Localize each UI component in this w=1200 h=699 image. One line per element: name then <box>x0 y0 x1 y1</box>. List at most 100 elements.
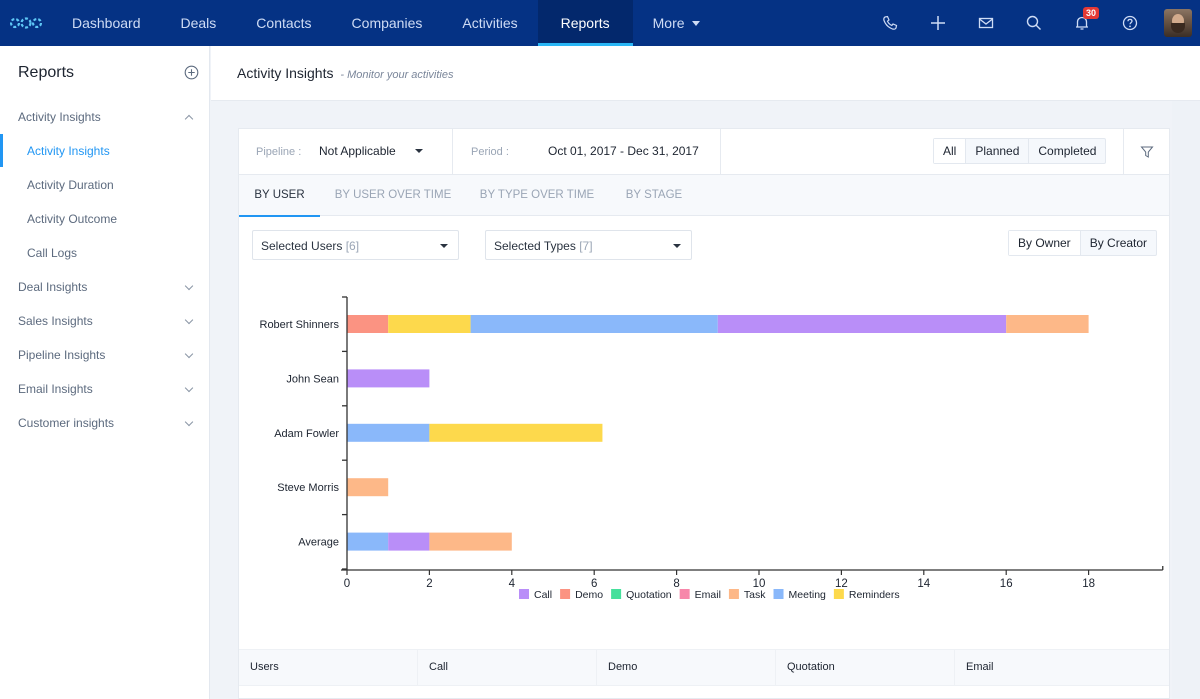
bar-segment-demo[interactable] <box>347 315 389 333</box>
page-subtitle: - Monitor your activities <box>340 69 454 81</box>
page-header: Activity Insights - Monitor your activit… <box>211 46 1200 101</box>
phone-icon <box>883 15 898 30</box>
nav-label: More <box>652 15 685 31</box>
caret-down-icon <box>691 20 700 26</box>
column-header-users[interactable]: Users <box>239 650 418 685</box>
nav-dashboard[interactable]: Dashboard <box>52 0 161 46</box>
bar-segment-reminders[interactable] <box>429 423 603 442</box>
bar-segment-meeting[interactable] <box>470 315 718 333</box>
sidebar-group-activity-insights[interactable]: Activity Insights <box>18 110 196 124</box>
notification-badge: 30 <box>1083 7 1100 19</box>
category-label: Average <box>298 537 339 549</box>
bar-segment-task[interactable] <box>347 478 389 497</box>
nav-actions: 30 <box>866 0 1200 46</box>
sidebar-group-deal-insights[interactable]: Deal Insights <box>18 280 196 294</box>
bar-segment-reminders[interactable] <box>388 315 471 333</box>
search-button[interactable] <box>1010 0 1058 46</box>
legend-swatch-task[interactable] <box>728 589 739 599</box>
mail-icon <box>978 17 994 29</box>
legend-swatch-meeting[interactable] <box>773 589 784 599</box>
add-report-icon[interactable] <box>184 65 199 80</box>
sidebar-group-pipeline-insights[interactable]: Pipeline Insights <box>18 348 196 362</box>
app-logo[interactable] <box>0 0 52 46</box>
column-header-quotation[interactable]: Quotation <box>776 650 955 685</box>
active-indicator <box>0 134 3 167</box>
sidebar-item-call-logs[interactable]: Call Logs <box>27 246 77 260</box>
legend-swatch-reminders[interactable] <box>833 589 844 599</box>
help-icon <box>1122 15 1138 31</box>
bar-segment-meeting[interactable] <box>347 532 389 551</box>
stacked-bar-chart: Robert Shinners John Sean Adam Fowler Steve… <box>260 296 1164 601</box>
page-title-text: Activity Insights <box>237 65 334 81</box>
x-tick-label: 14 <box>917 578 930 590</box>
logo-icon <box>10 17 42 29</box>
nav-label: Companies <box>351 15 423 31</box>
phone-button[interactable] <box>866 0 914 46</box>
sidebar-group-label: Deal Insights <box>18 280 88 294</box>
chevron-up-icon <box>184 114 194 123</box>
x-tick-label: 0 <box>344 578 350 590</box>
sidebar: Reports Activity Insights Activity Insig… <box>0 46 210 699</box>
x-tick-label: 2 <box>426 578 432 590</box>
user-avatar[interactable] <box>1164 9 1192 37</box>
sidebar-item-activity-duration[interactable]: Activity Duration <box>27 178 114 192</box>
column-header-demo[interactable]: Demo <box>597 650 776 685</box>
sidebar-group-label: Email Insights <box>18 382 93 396</box>
legend-swatch-demo[interactable] <box>560 589 571 599</box>
nav-deals[interactable]: Deals <box>161 0 237 46</box>
bar-segment-call[interactable] <box>347 369 430 388</box>
help-button[interactable] <box>1106 0 1154 46</box>
legend-label-task[interactable]: Task <box>744 589 766 601</box>
x-tick-label: 16 <box>1000 578 1013 590</box>
legend-label-demo[interactable]: Demo <box>575 589 603 601</box>
column-header-email[interactable]: Email <box>955 650 1134 685</box>
sidebar-title: Reports <box>18 64 75 81</box>
add-button[interactable] <box>914 0 962 46</box>
legend-label-quotation[interactable]: Quotation <box>626 589 672 601</box>
category-label: Steve Morris <box>277 482 339 494</box>
nav-label: Contacts <box>256 15 312 31</box>
sidebar-group-email-insights[interactable]: Email Insights <box>18 382 196 396</box>
nav-activities[interactable]: Activities <box>442 0 537 46</box>
chevron-down-icon <box>184 349 194 358</box>
report-card: Pipeline : Not Applicable Period : Oct 0… <box>238 128 1170 699</box>
legend-swatch-email[interactable] <box>679 589 690 599</box>
nav-contacts[interactable]: Contacts <box>236 0 331 46</box>
sidebar-group-label: Sales Insights <box>18 314 93 328</box>
legend-swatch-call[interactable] <box>519 589 529 599</box>
notifications-button[interactable]: 30 <box>1058 0 1106 46</box>
sidebar-group-sales-insights[interactable]: Sales Insights <box>18 314 196 328</box>
mail-button[interactable] <box>962 0 1010 46</box>
bar-segment-call[interactable] <box>388 532 430 551</box>
nav-label: Activities <box>462 15 518 31</box>
search-icon <box>1026 15 1041 30</box>
nav-reports[interactable]: Reports <box>537 0 633 46</box>
legend-label-email[interactable]: Email <box>695 589 721 601</box>
category-label: Robert Shinners <box>260 319 340 331</box>
category-label: John Sean <box>286 373 339 385</box>
table-header: Users Call Demo Quotation Email <box>239 649 1169 686</box>
chevron-down-icon <box>184 315 194 324</box>
sidebar-group-label: Activity Insights <box>18 110 101 124</box>
x-tick-label: 12 <box>835 578 848 590</box>
legend-label-call[interactable]: Call <box>534 589 552 601</box>
nav-label: Dashboard <box>72 15 141 31</box>
bar-segment-meeting[interactable] <box>347 423 430 442</box>
nav-companies[interactable]: Companies <box>332 0 443 46</box>
x-tick-label: 18 <box>1082 578 1095 590</box>
bar-segment-task[interactable] <box>1006 315 1089 333</box>
sidebar-item-activity-outcome[interactable]: Activity Outcome <box>27 212 117 226</box>
bar-segment-task[interactable] <box>429 532 512 551</box>
sidebar-item-activity-insights[interactable]: Activity Insights <box>27 144 110 158</box>
page-title: Activity Insights - Monitor your activit… <box>237 65 453 81</box>
legend-label-reminders[interactable]: Reminders <box>849 589 900 601</box>
category-label: Adam Fowler <box>274 428 339 440</box>
legend-swatch-quotation[interactable] <box>611 589 622 599</box>
chevron-down-icon <box>184 281 194 290</box>
nav-more[interactable]: More <box>633 0 720 46</box>
legend-label-meeting[interactable]: Meeting <box>789 589 827 601</box>
page-scrollbar[interactable] <box>1172 101 1200 699</box>
bar-segment-call[interactable] <box>717 315 1007 333</box>
sidebar-group-customer-insights[interactable]: Customer insights <box>18 416 196 430</box>
column-header-call[interactable]: Call <box>418 650 597 685</box>
